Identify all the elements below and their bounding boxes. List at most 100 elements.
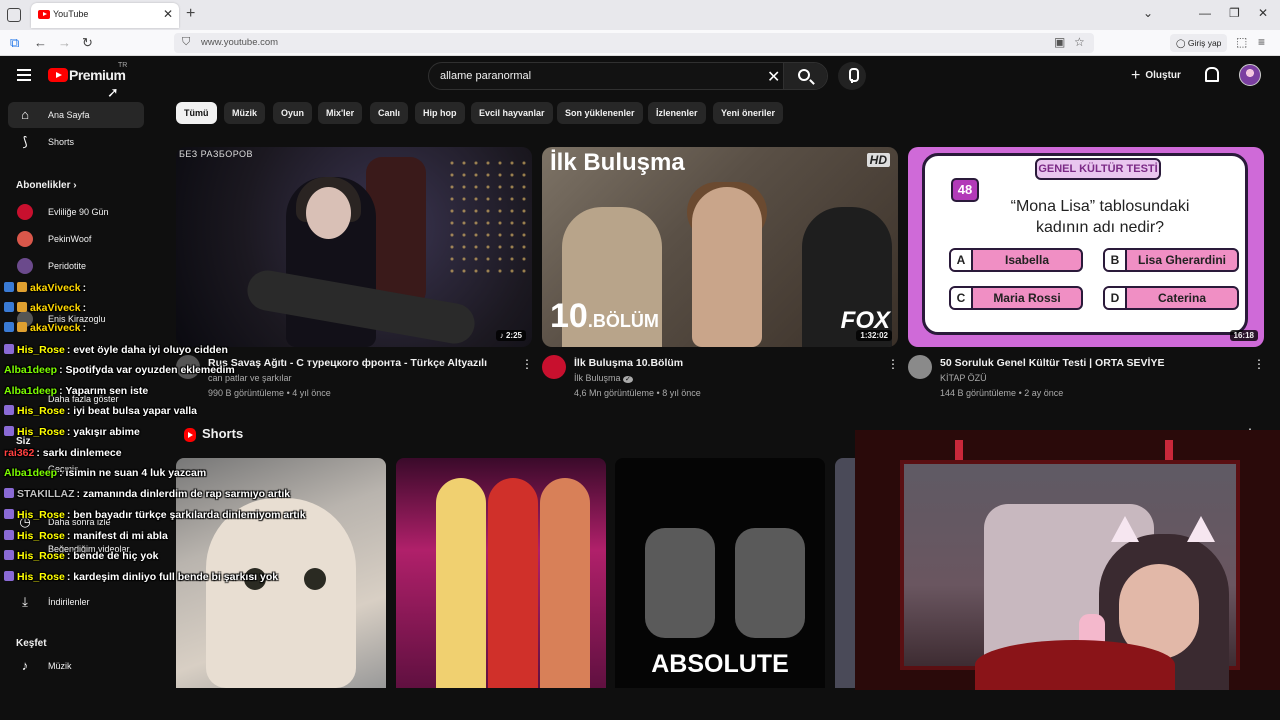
quiz-option-d: D Caterina [1103, 286, 1239, 310]
subscriptions-heading[interactable]: Abonelikler › [16, 180, 77, 191]
video-stats: 144 B görüntüleme • 2 ay önce [940, 388, 1064, 398]
channel-name[interactable]: İlk Buluşma ✓ [574, 373, 633, 383]
sidebar-item-music[interactable]: ♪ Müzik [8, 653, 144, 679]
sidebar-item-shorts[interactable]: ⟆ Shorts [8, 129, 144, 155]
tab-close-icon[interactable]: ✕ [163, 7, 173, 21]
sidebar-sub-1[interactable]: Evliliğe 90 Gün [8, 199, 144, 225]
more-actions-icon[interactable]: ⋮ [887, 357, 899, 371]
chat-message: STAKILLAZ: zamanında dinlerdim de rap sa… [4, 488, 290, 500]
chat-badge-icon [4, 302, 14, 312]
search-icon [798, 69, 810, 81]
chip-all[interactable]: Tümü [176, 102, 217, 124]
minimize-button[interactable]: — [1199, 6, 1211, 20]
chat-badge-icon [4, 550, 14, 560]
short-thumbnail-3[interactable]: ABSOLUTE [615, 458, 825, 688]
more-actions-icon[interactable]: ⋮ [1253, 357, 1265, 371]
short-thumbnail-2[interactable] [396, 458, 606, 688]
url-bar[interactable]: ⛉ www.youtube.com ▣ ☆ [174, 33, 1094, 53]
chip-watched[interactable]: İzlenenler [648, 102, 706, 124]
duration-badge: 1:32:02 [856, 330, 892, 341]
tab-manager-icon[interactable] [7, 8, 21, 22]
logo-text: Premium [69, 67, 126, 83]
channel-avatar [17, 258, 33, 274]
menu-icon[interactable]: ≡ [1258, 35, 1265, 49]
site-info-icon[interactable]: ⛉ [182, 36, 190, 49]
chip-hiphop[interactable]: Hip hop [415, 102, 465, 124]
channel-avatar[interactable] [542, 355, 566, 379]
browser-tabbar: YouTube ✕ + ⌄ — ❐ ✕ [0, 0, 1280, 30]
chat-message: His_Rose: yakışır abime [4, 426, 140, 438]
close-window-button[interactable]: ✕ [1258, 6, 1268, 20]
browser-tab-youtube[interactable]: YouTube ✕ [31, 3, 179, 28]
shorts-heading: Shorts [202, 426, 244, 441]
quiz-option-a: A Isabella [949, 248, 1083, 272]
quiz-option-c: C Maria Rossi [949, 286, 1083, 310]
chip-pets[interactable]: Evcil hayvanlar [471, 102, 553, 124]
search-box[interactable]: allame paranormal ✕ [428, 62, 828, 90]
video-thumbnail-3[interactable]: GENEL KÜLTÜR TESTİ 48 “Mona Lisa” tablos… [908, 147, 1264, 347]
reader-view-icon[interactable]: ▣ [1054, 35, 1065, 49]
video-thumbnail-1[interactable]: БЕЗ РАЗБОРОВ ♪ 2:25 [176, 147, 532, 347]
sign-in-button[interactable]: ◯ Giriş yap [1170, 34, 1228, 52]
channel-name[interactable]: KİTAP ÖZÜ [940, 373, 987, 383]
search-button[interactable] [783, 63, 827, 89]
notifications-bell-icon[interactable] [1203, 67, 1219, 82]
shorts-icon: ⟆ [22, 134, 28, 149]
chat-message: His_Rose: manifest di mi abla [4, 530, 168, 542]
new-tab-button[interactable]: + [186, 5, 195, 23]
bookmark-star-icon[interactable]: ☆ [1074, 35, 1085, 49]
sidebar-sub-3[interactable]: Peridotite [8, 253, 144, 279]
chip-gaming[interactable]: Oyun [273, 102, 313, 124]
shorts-logo-icon [184, 428, 196, 442]
back-button[interactable]: ← [34, 35, 47, 50]
youtube-header: Premium TR allame paranormal ✕ + Oluştur [0, 56, 1280, 96]
quiz-title: GENEL KÜLTÜR TESTİ [1035, 158, 1161, 180]
chip-mixes[interactable]: Mix'ler [318, 102, 363, 124]
short-caption: ABSOLUTE [651, 650, 789, 678]
reload-button[interactable]: ↻ [82, 35, 93, 51]
url-text[interactable]: www.youtube.com [201, 37, 278, 48]
forward-button[interactable]: → [58, 35, 71, 50]
chat-badge-icon [4, 405, 14, 415]
video-thumbnail-2[interactable]: İlk Buluşma HD 10.BÖLÜM FOX 1:32:02 [542, 147, 898, 347]
collections-icon[interactable]: ⧉ [10, 35, 19, 51]
tab-list-chevron-icon[interactable]: ⌄ [1143, 6, 1153, 20]
sidebar-item-label: Peridotite [48, 261, 87, 271]
quiz-question: “Mona Lisa” tablosundaki kadının adı ned… [1010, 198, 1190, 236]
search-input[interactable]: allame paranormal [440, 70, 531, 82]
create-button[interactable]: + Oluştur [1131, 67, 1181, 85]
video-title[interactable]: 50 Soruluk Genel Kültür Testi | ORTA SEV… [940, 357, 1164, 369]
chat-message: His_Rose: iyi beat bulsa yapar valla [4, 405, 197, 417]
quiz-option-b: B Lisa Gherardini [1103, 248, 1239, 272]
sidebar-item-label: İndirilenler [48, 597, 90, 607]
more-actions-icon[interactable]: ⋮ [521, 357, 533, 371]
video-title[interactable]: İlk Buluşma 10.Bölüm [574, 357, 683, 369]
browser-toolbar: ⧉ ← → ↻ ⛉ www.youtube.com ▣ ☆ ◯ Giriş ya… [0, 30, 1280, 56]
maximize-button[interactable]: ❐ [1229, 6, 1240, 20]
sidebar-item-label: Müzik [48, 661, 72, 671]
video-stats: 4,6 Mn görüntüleme • 8 yıl önce [574, 388, 701, 398]
chip-music[interactable]: Müzik [224, 102, 266, 124]
video-title[interactable]: Rus Savaş Ağıtı - С турецкого фронта - T… [208, 357, 487, 369]
sidebar-item-downloads[interactable]: ⤓ İndirilenler [8, 589, 144, 615]
account-avatar[interactable] [1239, 64, 1261, 86]
chip-recent[interactable]: Son yüklenenler [557, 102, 643, 124]
chat-badge-icon [4, 322, 14, 332]
thumbnail-episode: 10.BÖLÜM [550, 297, 659, 335]
music-note-icon: ♪ [21, 658, 29, 673]
chat-message: His_Rose: ben bayadır türkçe şarkılarda … [4, 509, 306, 521]
voice-search-button[interactable] [838, 62, 866, 90]
guide-menu-icon[interactable] [17, 69, 31, 81]
channel-avatar[interactable] [908, 355, 932, 379]
clear-search-icon[interactable]: ✕ [767, 67, 780, 87]
video-stats: 990 B görüntüleme • 4 yıl önce [208, 388, 331, 398]
chip-new[interactable]: Yeni öneriler [713, 102, 784, 124]
extensions-icon[interactable]: ⬚ [1236, 35, 1247, 49]
chat-message: Alba1deep: Spotifyda var oyuzden eklemed… [4, 364, 235, 376]
sidebar-sub-2[interactable]: PekinWoof [8, 226, 144, 252]
chat-message: rai362: sarkı dinlemece [4, 447, 122, 459]
chip-live[interactable]: Canlı [370, 102, 409, 124]
sidebar-item-home[interactable]: ⌂ Ana Sayfa [8, 102, 144, 128]
chat-message: Alba1deep: Yaparım sen iste [4, 385, 149, 397]
region-code: TR [118, 62, 128, 69]
